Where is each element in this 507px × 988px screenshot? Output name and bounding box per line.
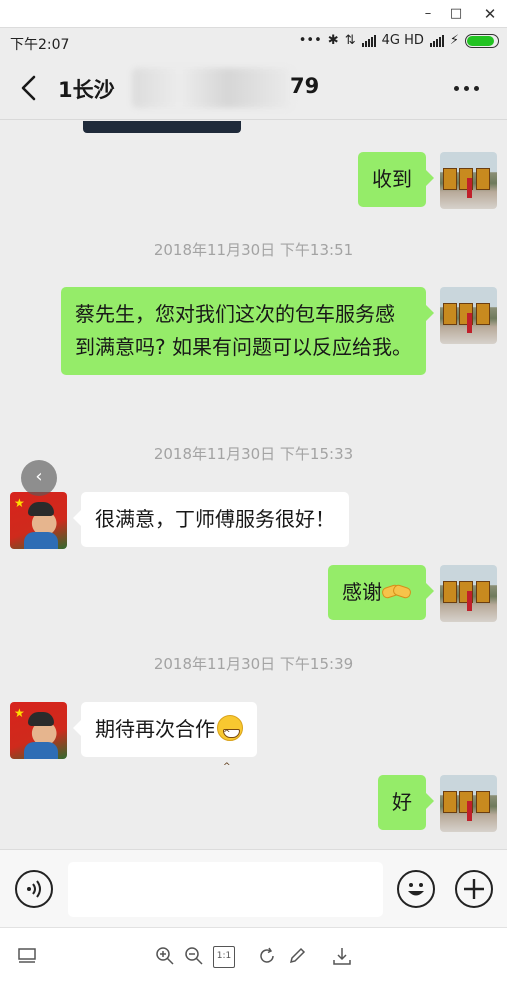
network-label: 4G HD — [381, 33, 424, 48]
chat-title: 1长沙 — [58, 78, 115, 102]
close-button[interactable]: ✕ — [480, 4, 500, 24]
chat-header: 1长沙 79 — [0, 56, 507, 120]
message-outgoing: 好 — [378, 775, 497, 832]
handshake-icon — [380, 581, 413, 603]
signal-icon — [361, 34, 376, 47]
message-input[interactable] — [68, 862, 383, 917]
back-arrow-icon[interactable] — [18, 74, 42, 102]
message-bubble[interactable]: 收到 — [358, 152, 434, 207]
message-bubble[interactable]: 蔡先生，您对我们这次的包车服务感到满意吗? 如果有问题可以反应给我。 — [61, 287, 434, 375]
message-bubble[interactable]: 好 — [378, 775, 434, 830]
more-status-icon: ••• — [298, 33, 322, 48]
download-icon[interactable] — [331, 946, 353, 968]
bluetooth-icon: ✱ — [327, 33, 339, 48]
avatar[interactable] — [440, 775, 497, 832]
status-indicators: ••• ✱ ⇅ 4G HD ⚡ — [299, 33, 499, 48]
timestamp: 2018年11月30日 下午15:39 — [153, 655, 354, 673]
avatar[interactable]: ★ — [10, 702, 67, 759]
voice-icon[interactable] — [15, 870, 53, 908]
message-outgoing: 感谢 — [328, 565, 497, 622]
message-input-bar — [0, 849, 507, 927]
message-bubble[interactable]: 很满意，丁师傅服务很好！ — [73, 492, 349, 547]
smiley-icon[interactable] — [397, 870, 435, 908]
actual-size-icon[interactable]: 1:1 — [213, 946, 235, 968]
floating-back-icon[interactable]: ‹ — [21, 460, 57, 496]
zoom-out-icon[interactable] — [183, 946, 205, 968]
message-incoming: ★ 很满意，丁师傅服务很好！ — [10, 492, 349, 549]
edit-icon[interactable] — [286, 946, 308, 968]
signal-icon-2 — [429, 34, 444, 47]
message-outgoing: 收到 — [358, 152, 497, 209]
message-bubble[interactable]: 期待再次合作 — [73, 702, 257, 784]
avatar[interactable]: ★ — [10, 492, 67, 549]
message-text: 感谢 — [342, 580, 382, 604]
avatar[interactable] — [440, 152, 497, 209]
status-time: 下午2:07 — [10, 37, 70, 53]
window-title-bar: – □ ✕ — [0, 0, 507, 28]
timestamp: 2018年11月30日 下午13:51 — [153, 241, 354, 259]
title-redaction — [132, 68, 292, 108]
battery-icon — [465, 33, 499, 48]
zoom-in-icon[interactable] — [154, 946, 176, 968]
layout-icon[interactable] — [16, 946, 38, 968]
chat-title-suffix: 79 — [290, 74, 320, 98]
message-text: 期待再次合作 — [95, 717, 215, 741]
image-message-partial[interactable] — [83, 121, 241, 133]
avatar[interactable] — [440, 287, 497, 344]
timestamp: 2018年11月30日 下午15:33 — [153, 445, 354, 463]
charging-icon: ⚡ — [449, 33, 459, 48]
status-bar: 下午2:07 ••• ✱ ⇅ 4G HD ⚡ — [0, 28, 507, 56]
image-viewer-toolbar: 1:1 — [0, 927, 507, 988]
message-incoming: ★ 期待再次合作 — [10, 702, 257, 784]
message-outgoing: 蔡先生，您对我们这次的包车服务感到满意吗? 如果有问题可以反应给我。 — [61, 287, 497, 375]
data-transfer-icon: ⇅ — [344, 33, 356, 48]
message-bubble[interactable]: 感谢 — [328, 565, 434, 620]
maximize-button[interactable]: □ — [446, 4, 466, 24]
more-options-icon[interactable] — [454, 86, 479, 91]
minimize-button[interactable]: – — [418, 4, 438, 24]
chat-message-list[interactable]: 收到 2018年11月30日 下午13:51 蔡先生，您对我们这次的包车服务感到… — [0, 121, 507, 849]
avatar[interactable] — [440, 565, 497, 622]
grin-icon — [217, 715, 243, 784]
rotate-icon[interactable] — [256, 946, 278, 968]
plus-icon[interactable] — [455, 870, 493, 908]
